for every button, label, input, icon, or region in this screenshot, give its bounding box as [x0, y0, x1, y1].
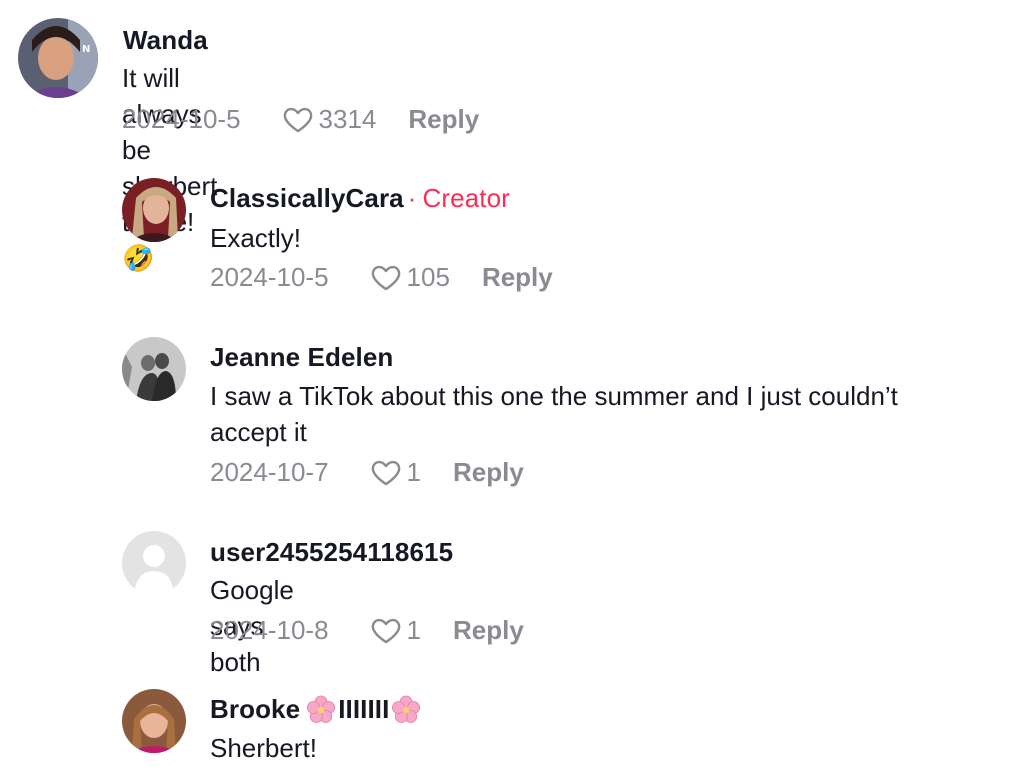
- avatar[interactable]: [122, 531, 186, 595]
- comment-date: 2024-10-8: [210, 614, 329, 645]
- username[interactable]: Wanda: [123, 25, 208, 56]
- reply-button[interactable]: Reply: [408, 104, 479, 135]
- comment-text: Sherbert!: [210, 733, 317, 763]
- comment-meta: 2024-10-5 105 Reply: [210, 259, 553, 295]
- username-text[interactable]: Brooke: [210, 694, 300, 725]
- like-count: 3314: [318, 103, 377, 134]
- like-button[interactable]: 1: [369, 455, 421, 489]
- cherry-blossom-icon: [392, 695, 421, 723]
- heart-outline-icon: [371, 618, 400, 644]
- username[interactable]: Jeanne Edelen: [210, 342, 393, 373]
- svg-text:N: N: [82, 44, 90, 55]
- comment-meta: 2024-10-8 1 Reply: [210, 612, 524, 648]
- heart-outline-icon: [371, 265, 400, 291]
- creator-badge: Creator: [422, 183, 510, 213]
- reply-button[interactable]: Reply: [453, 457, 524, 488]
- like-button[interactable]: 105: [369, 260, 450, 294]
- like-button[interactable]: 3314: [281, 102, 377, 136]
- comment-text: It will always be sherbert to me! 🤣: [122, 63, 217, 273]
- reply-button[interactable]: Reply: [482, 262, 553, 293]
- avatar[interactable]: [122, 689, 186, 753]
- reply-button[interactable]: Reply: [453, 615, 524, 646]
- comment-text-line: I saw a TikTok about this one the summer…: [210, 381, 898, 411]
- comment-text: Exactly!: [210, 223, 302, 253]
- comment-meta: 2024-10-5 3314 Reply: [122, 101, 479, 137]
- heart-outline-icon: [371, 460, 400, 486]
- username-text[interactable]: ClassicallyCara: [210, 183, 404, 213]
- comment-date: 2024-10-7: [210, 456, 329, 487]
- avatar[interactable]: N: [18, 18, 98, 98]
- username-text[interactable]: IIIIIII: [338, 694, 389, 725]
- comment-text-line: accept it: [210, 417, 307, 447]
- like-count: 1: [406, 456, 422, 487]
- cherry-blossom-icon: [307, 695, 336, 723]
- username[interactable]: ClassicallyCara · Creator: [210, 183, 510, 214]
- badge-separator: ·: [407, 183, 417, 213]
- like-button[interactable]: 1: [369, 613, 421, 647]
- comment-date: 2024-10-5: [210, 261, 329, 292]
- username[interactable]: Brooke IIIIIII: [210, 694, 421, 725]
- comment-date: 2024-10-5: [122, 103, 241, 134]
- like-count: 1: [406, 614, 422, 645]
- heart-outline-icon: [283, 107, 312, 133]
- avatar[interactable]: [122, 337, 186, 401]
- username[interactable]: user2455254118615: [210, 537, 453, 568]
- avatar[interactable]: [122, 178, 186, 242]
- like-count: 105: [406, 261, 450, 292]
- comment-meta: 2024-10-7 1 Reply: [210, 454, 524, 490]
- comment-text: I saw a TikTok about this one the summer…: [210, 378, 1000, 450]
